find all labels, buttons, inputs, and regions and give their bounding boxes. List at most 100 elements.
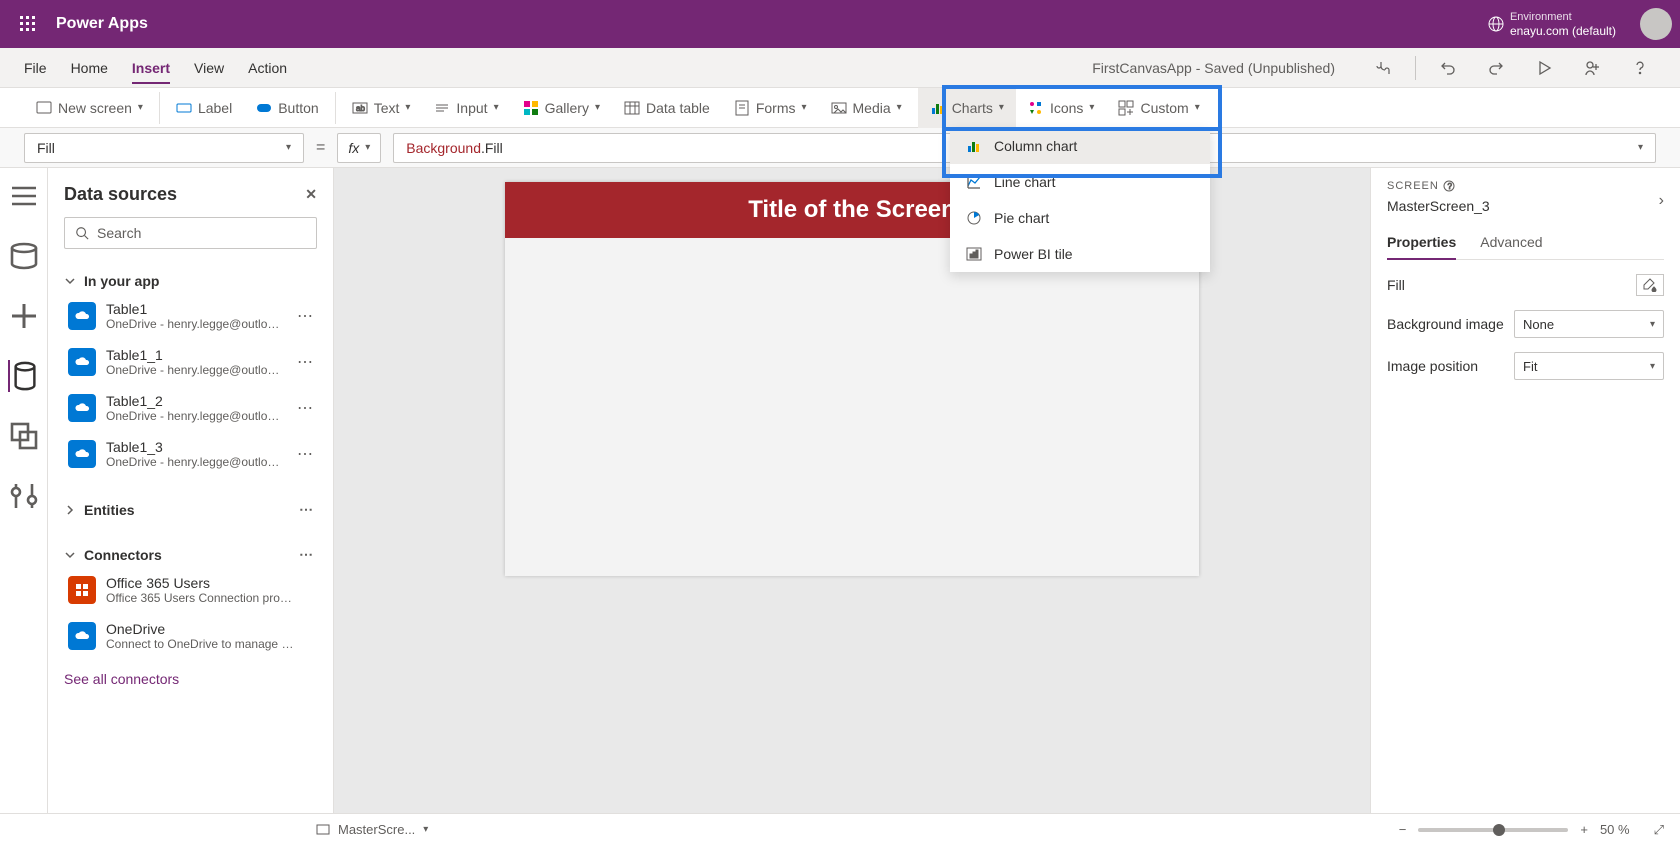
group-entities[interactable]: Entities ⋯ [64, 497, 317, 522]
canvas[interactable]: Title of the Screen [334, 168, 1370, 813]
ribbon-datatable[interactable]: Data table [612, 88, 722, 128]
search-placeholder: Search [97, 225, 141, 241]
group-connectors[interactable]: Connectors ⋯ [64, 542, 317, 567]
ribbon-text-label: Text [374, 100, 400, 116]
ds-item[interactable]: Table1_1OneDrive - henry.legge@outlook.c… [64, 339, 317, 385]
rail-insert-icon[interactable] [8, 240, 40, 272]
chevron-down-icon[interactable]: ▾ [423, 824, 428, 835]
fx-button[interactable]: fx▾ [337, 133, 381, 163]
menu-row: File Home Insert View Action FirstCanvas… [0, 48, 1680, 88]
dropdown-line-chart[interactable]: Line chart [950, 164, 1210, 200]
help-icon[interactable] [1624, 52, 1656, 84]
ribbon-newscreen-label: New screen [58, 100, 132, 116]
search-input[interactable]: Search [64, 217, 317, 249]
fit-icon[interactable]: ⤢ [1654, 822, 1664, 838]
rail-media-icon[interactable] [8, 420, 40, 452]
rail-advanced-icon[interactable] [8, 480, 40, 512]
more-icon[interactable]: ⋯ [293, 398, 317, 418]
onedrive-icon [68, 440, 96, 468]
imgpos-value: Fit [1523, 359, 1537, 374]
formula-prop: .Fill [481, 140, 503, 156]
dropdown-powerbi-tile[interactable]: Power BI tile [950, 236, 1210, 272]
more-icon[interactable]: ⋯ [293, 352, 317, 372]
more-icon[interactable]: ⋯ [293, 444, 317, 464]
ribbon-gallery-label: Gallery [545, 100, 589, 116]
share-icon[interactable] [1576, 52, 1608, 84]
zoom-slider[interactable] [1418, 828, 1568, 832]
chevron-down-icon[interactable]: ▾ [1638, 142, 1643, 153]
status-screen-name[interactable]: MasterScre... [338, 822, 415, 837]
dropdown-item-label: Pie chart [994, 210, 1049, 226]
ds-item-sub: OneDrive - henry.legge@outlook.com [106, 409, 283, 423]
redo-icon[interactable] [1480, 52, 1512, 84]
ribbon-button[interactable]: Button [244, 88, 330, 128]
ds-item-sub: OneDrive - henry.legge@outlook.com [106, 455, 283, 469]
ribbon-charts[interactable]: Charts▾ [918, 88, 1016, 128]
more-icon[interactable]: ⋯ [295, 501, 317, 518]
close-icon[interactable]: ✕ [305, 186, 317, 203]
ribbon-forms[interactable]: Forms▾ [722, 88, 819, 128]
more-icon[interactable]: ⋯ [295, 546, 317, 563]
bgimage-select[interactable]: None▾ [1514, 310, 1664, 338]
onedrive-icon [68, 394, 96, 422]
menu-home[interactable]: Home [71, 52, 108, 84]
tab-advanced[interactable]: Advanced [1480, 226, 1542, 259]
connector-item[interactable]: OneDriveConnect to OneDrive to manage yo… [64, 613, 317, 659]
svg-text:?: ? [1447, 182, 1452, 191]
avatar[interactable] [1640, 8, 1672, 40]
waffle-icon[interactable] [8, 16, 48, 32]
ribbon-icons[interactable]: Icons▾ [1016, 88, 1107, 128]
expand-icon[interactable]: › [1659, 192, 1664, 210]
tab-properties[interactable]: Properties [1387, 226, 1456, 260]
doc-title: FirstCanvasApp - Saved (Unpublished) [1092, 60, 1335, 76]
ribbon-label[interactable]: Label [164, 88, 244, 128]
dropdown-item-label: Column chart [994, 138, 1077, 154]
connector-item[interactable]: Office 365 UsersOffice 365 Users Connect… [64, 567, 317, 613]
ribbon-newscreen[interactable]: New screen▾ [24, 88, 155, 128]
equals-sign: = [316, 139, 325, 157]
app-checker-icon[interactable] [1367, 52, 1399, 84]
ribbon-media[interactable]: Media▾ [819, 88, 914, 128]
undo-icon[interactable] [1432, 52, 1464, 84]
rail-data-icon[interactable] [8, 360, 40, 392]
ribbon-label-text: Label [198, 100, 232, 116]
play-icon[interactable] [1528, 52, 1560, 84]
prop-bgimage-label: Background image [1387, 316, 1504, 332]
dropdown-column-chart[interactable]: Column chart [950, 128, 1210, 164]
ribbon-text[interactable]: ab Text▾ [340, 88, 423, 128]
properties-panel: SCREEN ? › MasterScreen_3 Properties Adv… [1370, 168, 1680, 813]
ds-item[interactable]: Table1OneDrive - henry.legge@outlook.com… [64, 293, 317, 339]
property-selector[interactable]: Fill ▾ [24, 133, 304, 163]
see-all-connectors-link[interactable]: See all connectors [64, 671, 179, 687]
more-icon[interactable]: ⋯ [293, 306, 317, 326]
ds-item-title: Table1_3 [106, 439, 283, 455]
menu-action[interactable]: Action [248, 52, 287, 84]
ds-title: Data sources [64, 184, 177, 205]
left-rail [0, 168, 48, 813]
ribbon-forms-label: Forms [756, 100, 796, 116]
dropdown-pie-chart[interactable]: Pie chart [950, 200, 1210, 236]
fill-swatch[interactable] [1636, 274, 1664, 296]
environment-picker[interactable]: Environment enayu.com (default) [1488, 10, 1616, 38]
rail-add-icon[interactable] [8, 300, 40, 332]
menu-insert[interactable]: Insert [132, 52, 170, 84]
imgpos-select[interactable]: Fit▾ [1514, 352, 1664, 380]
ribbon-gallery[interactable]: Gallery▾ [511, 88, 612, 128]
bgimage-value: None [1523, 317, 1554, 332]
connector-title: Office 365 Users [106, 575, 317, 591]
connector-title: OneDrive [106, 621, 317, 637]
rail-treeview-icon[interactable] [8, 180, 40, 212]
menu-view[interactable]: View [194, 52, 224, 84]
menu-file[interactable]: File [24, 52, 47, 84]
ds-item[interactable]: Table1_2OneDrive - henry.legge@outlook.c… [64, 385, 317, 431]
ribbon-custom-label: Custom [1140, 100, 1188, 116]
zoom-out-icon[interactable]: − [1399, 822, 1407, 837]
main-area: Data sources ✕ Search In your app Table1… [0, 168, 1680, 813]
zoom-in-icon[interactable]: + [1580, 822, 1588, 837]
ds-item-sub: OneDrive - henry.legge@outlook.com [106, 363, 283, 377]
connector-icon [68, 622, 96, 650]
group-in-your-app[interactable]: In your app [64, 269, 317, 293]
ribbon-custom[interactable]: Custom▾ [1106, 88, 1211, 128]
ds-item[interactable]: Table1_3OneDrive - henry.legge@outlook.c… [64, 431, 317, 477]
ribbon-input[interactable]: Input▾ [422, 88, 510, 128]
